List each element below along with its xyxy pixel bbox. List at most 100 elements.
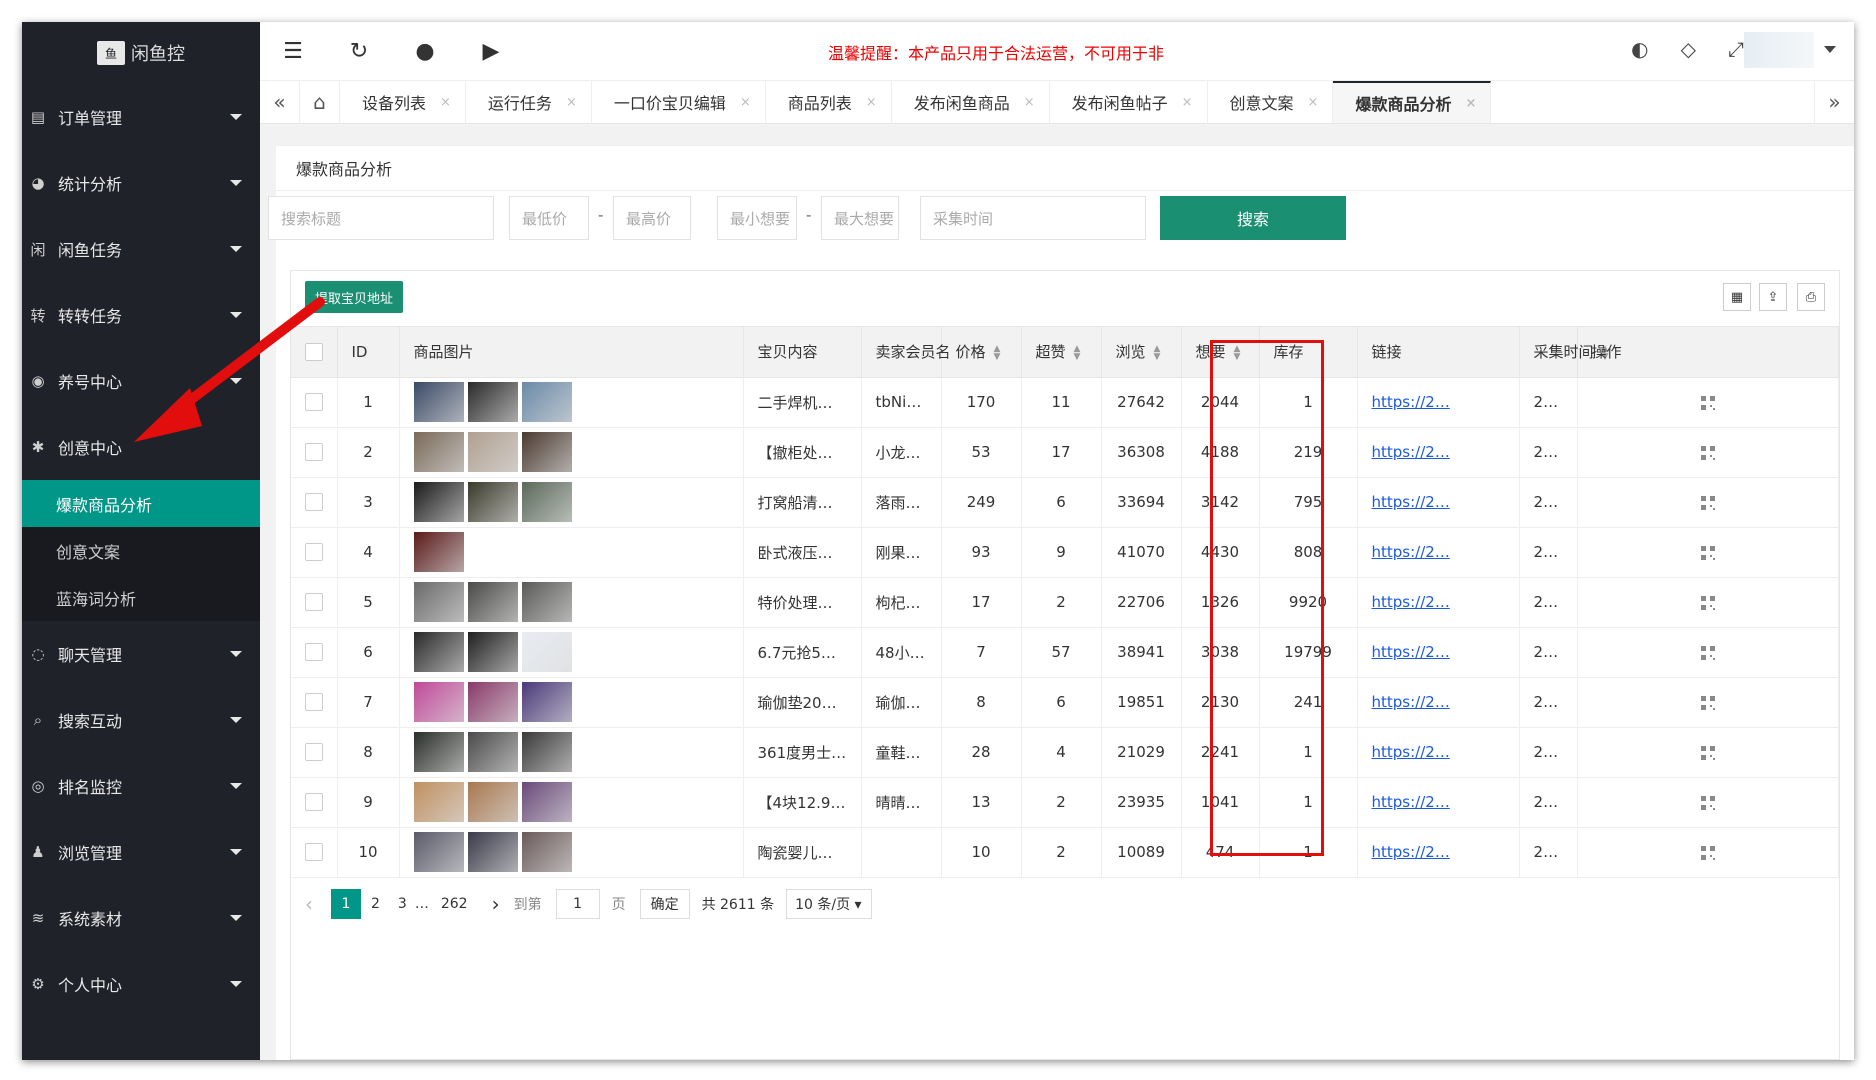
tab-3[interactable]: 一口价宝贝编辑 ×	[592, 81, 766, 123]
page-size-select[interactable]: 10 条/页 ▾	[786, 889, 873, 919]
product-thumbnail[interactable]	[521, 382, 572, 422]
qr-code-icon[interactable]	[1700, 745, 1715, 760]
export-icon[interactable]: ⇪	[1759, 283, 1787, 311]
sidebar-item-pie-chart[interactable]: ◕ 统计分析	[22, 150, 260, 216]
search-button[interactable]: 搜索	[1160, 196, 1346, 240]
home-icon[interactable]: ⌂	[300, 81, 340, 123]
product-thumbnail[interactable]	[467, 482, 518, 522]
product-link[interactable]: https://2…	[1372, 493, 1450, 511]
product-link[interactable]: https://2…	[1372, 843, 1450, 861]
product-thumbnail[interactable]	[521, 632, 572, 672]
row-checkbox[interactable]	[304, 693, 323, 712]
product-link[interactable]: https://2…	[1372, 593, 1450, 611]
sidebar-item-zhuanzhuan[interactable]: 转转转任务	[22, 282, 260, 348]
fullscreen-icon[interactable]: ⤢	[1728, 37, 1744, 61]
product-thumbnail[interactable]	[467, 682, 518, 722]
product-thumbnail[interactable]	[521, 682, 572, 722]
sidebar-item-creative-center[interactable]: ✱ 创意中心	[22, 414, 260, 480]
sidebar-item-order[interactable]: ▤ 订单管理	[22, 84, 260, 150]
product-thumbnail[interactable]	[467, 732, 518, 772]
search-title-input[interactable]: 搜索标题	[268, 196, 494, 240]
product-thumbnail[interactable]	[413, 632, 464, 672]
product-thumbnail[interactable]	[521, 432, 572, 472]
menu-toggle-icon[interactable]: ☰	[260, 39, 326, 64]
column-header[interactable]: 浏览 ▲ ▼	[1101, 327, 1182, 378]
close-icon[interactable]: ×	[866, 95, 877, 110]
row-checkbox[interactable]	[304, 793, 323, 812]
sort-icon[interactable]: ▲▼	[1074, 344, 1081, 361]
row-checkbox[interactable]	[304, 543, 323, 562]
tag-icon[interactable]: ◇	[1681, 37, 1696, 61]
sidebar-item-xianyu-task[interactable]: 闲闲鱼任务	[22, 216, 260, 282]
product-thumbnail[interactable]	[467, 432, 518, 472]
sidebar-item-user[interactable]: ♟ 浏览管理	[22, 819, 260, 885]
close-icon[interactable]: ×	[1465, 96, 1476, 111]
max-price-input[interactable]: 最高价	[613, 196, 691, 240]
qr-code-icon[interactable]	[1700, 495, 1715, 510]
play-icon[interactable]: ▶	[458, 39, 524, 64]
qr-code-icon[interactable]	[1700, 645, 1715, 660]
tab-6[interactable]: 发布闲鱼帖子 ×	[1050, 81, 1208, 123]
product-thumbnail[interactable]	[521, 482, 572, 522]
product-thumbnail[interactable]	[413, 532, 464, 572]
qr-code-icon[interactable]	[1700, 395, 1715, 410]
row-checkbox[interactable]	[304, 593, 323, 612]
page-3[interactable]: 3	[398, 896, 407, 912]
product-thumbnail[interactable]	[467, 382, 518, 422]
product-thumbnail[interactable]	[413, 682, 464, 722]
app-logo[interactable]: 鱼 闲鱼控	[22, 22, 260, 84]
product-thumbnail[interactable]	[413, 382, 464, 422]
column-header[interactable]: 采集时间▲▼	[1519, 327, 1608, 378]
product-thumbnail[interactable]	[413, 782, 464, 822]
product-link[interactable]: https://2…	[1372, 443, 1450, 461]
next-page-icon[interactable]: ›	[492, 892, 500, 916]
product-thumbnail[interactable]	[413, 832, 464, 872]
product-thumbnail[interactable]	[413, 432, 464, 472]
page-1[interactable]: 1	[331, 889, 361, 919]
close-icon[interactable]: ×	[1024, 95, 1035, 110]
product-link[interactable]: https://2…	[1372, 393, 1450, 411]
qr-code-icon[interactable]	[1700, 595, 1715, 610]
sidebar-item-account[interactable]: ◉ 养号中心	[22, 348, 260, 414]
tab-8[interactable]: 爆款商品分析 ×	[1333, 81, 1492, 123]
close-icon[interactable]: ×	[1182, 95, 1193, 110]
close-icon[interactable]: ×	[566, 95, 577, 110]
qr-code-icon[interactable]	[1700, 845, 1715, 860]
refresh-icon[interactable]: ↻	[326, 39, 392, 64]
product-thumbnail[interactable]	[413, 732, 464, 772]
sort-icon[interactable]: ▲▼	[1154, 344, 1161, 361]
sidebar-subitem-hot-products[interactable]: 爆款商品分析	[22, 480, 260, 527]
tab-scroll-right-icon[interactable]: »	[1814, 81, 1854, 123]
chevron-down-icon[interactable]	[1824, 46, 1836, 53]
product-link[interactable]: https://2…	[1372, 693, 1450, 711]
sidebar-subitem-creative-copy[interactable]: 创意文案	[22, 527, 260, 574]
product-thumbnail[interactable]	[413, 482, 464, 522]
user-avatar[interactable]	[1744, 32, 1814, 68]
product-link[interactable]: https://2…	[1372, 743, 1450, 761]
product-link[interactable]: https://2…	[1372, 543, 1450, 561]
product-thumbnail[interactable]	[521, 782, 572, 822]
row-checkbox[interactable]	[304, 443, 323, 462]
row-checkbox[interactable]	[304, 843, 323, 862]
page-last[interactable]: 262	[441, 896, 468, 912]
select-all-checkbox[interactable]	[305, 343, 323, 361]
close-icon[interactable]: ×	[1308, 95, 1319, 110]
sidebar-item-layers[interactable]: ≋ 系统素材	[22, 885, 260, 951]
extract-url-button[interactable]: 提取宝贝地址	[305, 281, 404, 313]
page-2[interactable]: 2	[371, 896, 380, 912]
sidebar-item-monitor[interactable]: ◎ 排名监控	[22, 753, 260, 819]
product-link[interactable]: https://2…	[1372, 793, 1450, 811]
row-checkbox[interactable]	[304, 493, 323, 512]
sidebar-item-settings[interactable]: ⚙ 个人中心	[22, 951, 260, 1017]
sidebar-item-search[interactable]: ⌕ 搜索互动	[22, 687, 260, 753]
qr-code-icon[interactable]	[1700, 545, 1715, 560]
tab-1[interactable]: 设备列表 ×	[340, 81, 466, 123]
min-price-input[interactable]: 最低价	[509, 196, 589, 240]
sidebar-item-chat[interactable]: ◌ 聊天管理	[22, 621, 260, 687]
product-thumbnail[interactable]	[521, 732, 572, 772]
goto-confirm-button[interactable]: 确定	[639, 889, 690, 919]
product-thumbnail[interactable]	[467, 632, 518, 672]
product-thumbnail[interactable]	[413, 582, 464, 622]
tab-4[interactable]: 商品列表 ×	[766, 81, 892, 123]
row-checkbox[interactable]	[304, 393, 323, 412]
